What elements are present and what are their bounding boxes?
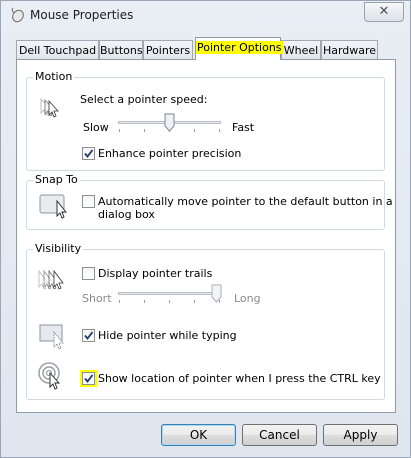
enhance-precision-label: Enhance pointer precision — [98, 147, 242, 160]
window-title: Mouse Properties — [30, 8, 134, 22]
checkmark-icon — [84, 331, 94, 340]
apply-button[interactable]: Apply — [323, 424, 398, 446]
close-button[interactable]: ✕ — [364, 2, 404, 22]
tab-hardware[interactable]: Hardware — [321, 40, 378, 59]
tab-pointers[interactable]: Pointers — [143, 40, 193, 59]
snap-to-checkbox[interactable] — [82, 195, 95, 208]
motion-group-title: Motion — [33, 70, 75, 83]
checkmark-icon — [84, 374, 94, 383]
mouse-icon — [11, 7, 24, 23]
motion-group: Motion Select a pointer speed: Slow Fast — [26, 70, 385, 171]
pointer-options-panel: Motion Select a pointer speed: Slow Fast — [16, 59, 396, 413]
pointer-trails-label: Display pointer trails — [98, 267, 213, 280]
short-label: Short — [82, 292, 112, 305]
locate-pointer-icon — [38, 362, 61, 390]
tab-wheel[interactable]: Wheel — [281, 40, 321, 59]
snap-to-group: Snap To Automatically move pointer to th… — [26, 173, 393, 230]
fast-label: Fast — [232, 121, 255, 134]
slow-label: Slow — [83, 121, 109, 134]
hide-pointer-icon — [39, 324, 64, 350]
tab-dell-touchpad[interactable]: Dell Touchpad — [16, 40, 99, 59]
long-label: Long — [234, 292, 261, 305]
pointer-trails-thumb[interactable] — [211, 284, 222, 303]
tab-pointer-options[interactable]: Pointer Options — [195, 37, 283, 60]
close-icon: ✕ — [378, 4, 390, 19]
hide-pointer-label: Hide pointer while typing — [98, 329, 237, 342]
snap-to-label-line1: Automatically move pointer to the defaul… — [98, 195, 393, 208]
snap-to-label-line2: dialog box — [98, 208, 155, 221]
pointer-trails-icon — [38, 269, 64, 290]
mouse-properties-window: Mouse Properties ✕ Dell Touchpad Buttons… — [0, 0, 411, 458]
visibility-group-title: Visibility — [33, 242, 84, 255]
hide-pointer-checkbox[interactable] — [82, 329, 95, 342]
pointer-speed-thumb[interactable] — [164, 113, 175, 132]
pointer-trails-slider[interactable] — [118, 292, 221, 295]
enhance-precision-checkbox[interactable] — [82, 147, 95, 160]
pointer-trails-checkbox[interactable] — [82, 267, 95, 280]
visibility-group: Visibility Display pointer trails Short — [26, 242, 385, 400]
show-location-label: Show location of pointer when I press th… — [98, 372, 381, 385]
ok-button[interactable]: OK — [161, 424, 236, 446]
checkmark-icon — [84, 149, 94, 158]
pointer-speed-label: Select a pointer speed: — [80, 93, 208, 106]
pointer-speed-icon — [40, 97, 59, 118]
snap-to-icon — [39, 194, 67, 219]
tab-buttons[interactable]: Buttons — [99, 40, 143, 59]
cancel-button[interactable]: Cancel — [242, 424, 317, 446]
show-location-checkbox[interactable] — [82, 372, 95, 385]
title-bar: Mouse Properties ✕ — [1, 1, 410, 29]
snap-to-group-title: Snap To — [33, 173, 80, 186]
